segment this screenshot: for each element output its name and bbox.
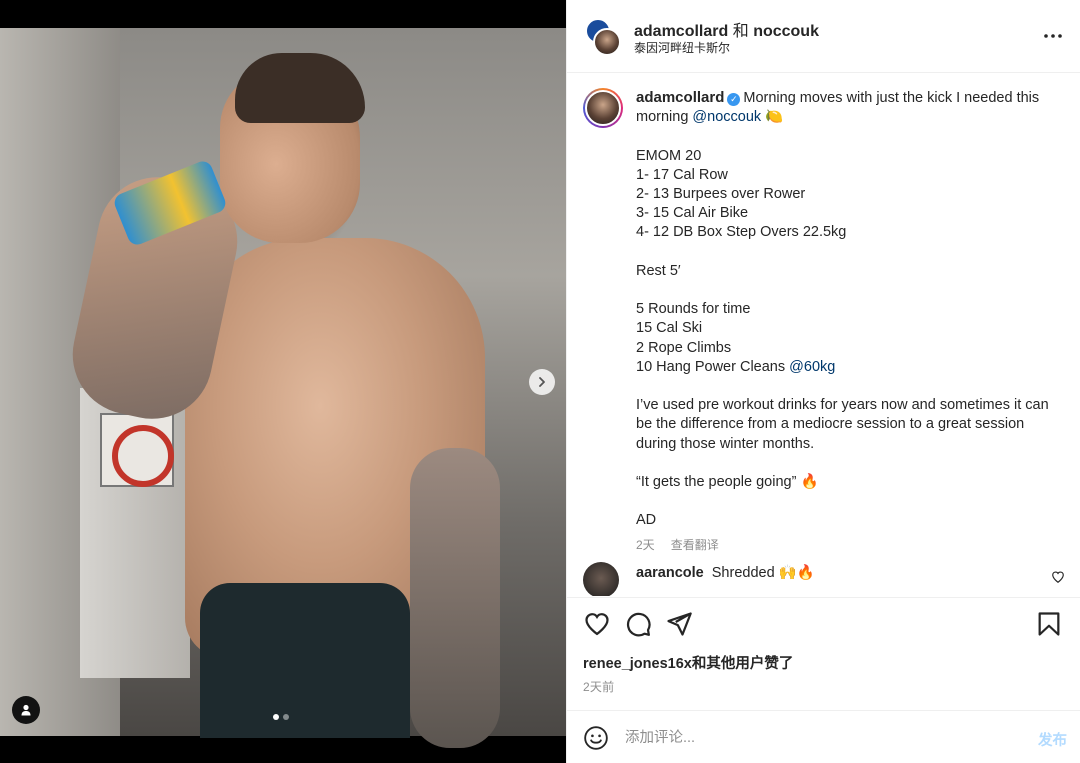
caption-line: EMOM 20 [636, 147, 702, 164]
photo-subject-hair [235, 53, 365, 123]
caption-line: 2 Rope Climbs [636, 339, 732, 356]
post-header: adamcollard 和 noccouk 泰因河畔纽卡斯尔 [567, 0, 1080, 73]
post-comment-button[interactable]: 发布 [1038, 729, 1067, 750]
more-options-button[interactable] [1041, 24, 1065, 48]
caption-line: 15 Cal Ski [636, 320, 703, 337]
comment-username-link[interactable]: aarancole [636, 565, 704, 581]
carousel-dot [283, 714, 289, 720]
chevron-right-icon [539, 377, 545, 387]
location-link[interactable]: 泰因河畔纽卡斯尔 [634, 39, 730, 56]
header-collab-username-link[interactable]: noccouk [753, 23, 819, 40]
header-and-text: 和 [732, 23, 749, 40]
photo-subject-shorts [200, 583, 410, 738]
post-side-panel: adamcollard 和 noccouk 泰因河畔纽卡斯尔 adamcolla… [566, 0, 1080, 763]
verified-badge-icon: ✓ [727, 93, 741, 106]
caption-username-link[interactable]: adamcollard [636, 89, 724, 106]
more-horizontal-icon [1044, 34, 1062, 38]
carousel-dot-active [273, 714, 279, 720]
caption-line: 5 Rounds for time [636, 301, 751, 318]
header-username-link[interactable]: adamcollard [634, 23, 728, 40]
avatar [593, 28, 621, 56]
photo-subject-forearm [410, 448, 500, 748]
tagged-users-button[interactable] [12, 696, 40, 724]
no-pedestrian-sign [100, 413, 174, 487]
collab-avatars[interactable] [585, 18, 621, 56]
caption-line: 10 Hang Power Cleans [636, 358, 786, 375]
share-paper-plane-icon[interactable] [665, 610, 693, 638]
save-bookmark-icon[interactable] [1035, 610, 1063, 638]
caption-mention-link[interactable]: @noccouk [692, 109, 761, 125]
caption-meta: 2天 查看翻译 [636, 536, 719, 553]
likes-text: renee_jones16x和其他用户赞了 [583, 656, 794, 672]
collab-names: adamcollard 和 noccouk [634, 17, 819, 41]
carousel-next-button[interactable] [529, 369, 555, 395]
post-modal: adamcollard 和 noccouk 泰因河畔纽卡斯尔 adamcolla… [0, 0, 1080, 763]
emoji-smiley-icon[interactable] [583, 725, 609, 751]
caption-line: Rest 5′ [636, 262, 681, 279]
caption-line: 4- 12 DB Box Step Overs 22.5kg [636, 224, 847, 241]
comment-item: aarancole Shredded 🙌🔥 [583, 562, 1065, 596]
caption-line: 1- 17 Cal Row [636, 166, 728, 183]
add-comment-bar: 发布 [567, 710, 1080, 763]
likes-summary[interactable]: renee_jones16x和其他用户赞了 [583, 652, 793, 673]
see-translation-link[interactable]: 查看翻译 [671, 536, 719, 553]
comment-input[interactable] [625, 726, 1005, 750]
avatar[interactable] [583, 562, 619, 596]
heart-icon[interactable] [1051, 570, 1065, 584]
caption-age: 2天 [636, 538, 655, 552]
caption-weight-mention-link[interactable]: @60kg [789, 359, 835, 375]
like-heart-icon[interactable] [583, 610, 611, 638]
comment-body: Shredded 🙌🔥 [711, 565, 815, 581]
lemon-emoji: 🍋 [765, 109, 784, 126]
carousel-indicator [273, 714, 289, 720]
post-actions-bar [567, 597, 1080, 651]
comment-bubble-icon[interactable] [624, 610, 652, 638]
caption-paragraph: I’ve used pre workout drinks for years n… [636, 397, 1053, 452]
caption-text: adamcollard ✓ Morning moves with just the … [636, 88, 1056, 531]
caption-quote: “It gets the people going” 🔥 [636, 474, 819, 491]
comment-text: aarancole Shredded 🙌🔥 [636, 564, 815, 581]
post-media [0, 0, 566, 763]
avatar[interactable] [583, 88, 623, 128]
caption-line: 3- 15 Cal Air Bike [636, 205, 749, 222]
caption-ad-label: AD [636, 512, 657, 529]
user-icon [21, 704, 31, 716]
caption-line: 2- 13 Burpees over Rower [636, 186, 806, 203]
post-timestamp[interactable]: 2天前 [583, 678, 614, 695]
post-photo [0, 28, 566, 748]
comments-scroll-area[interactable]: adamcollard ✓ Morning moves with just the … [567, 74, 1080, 596]
